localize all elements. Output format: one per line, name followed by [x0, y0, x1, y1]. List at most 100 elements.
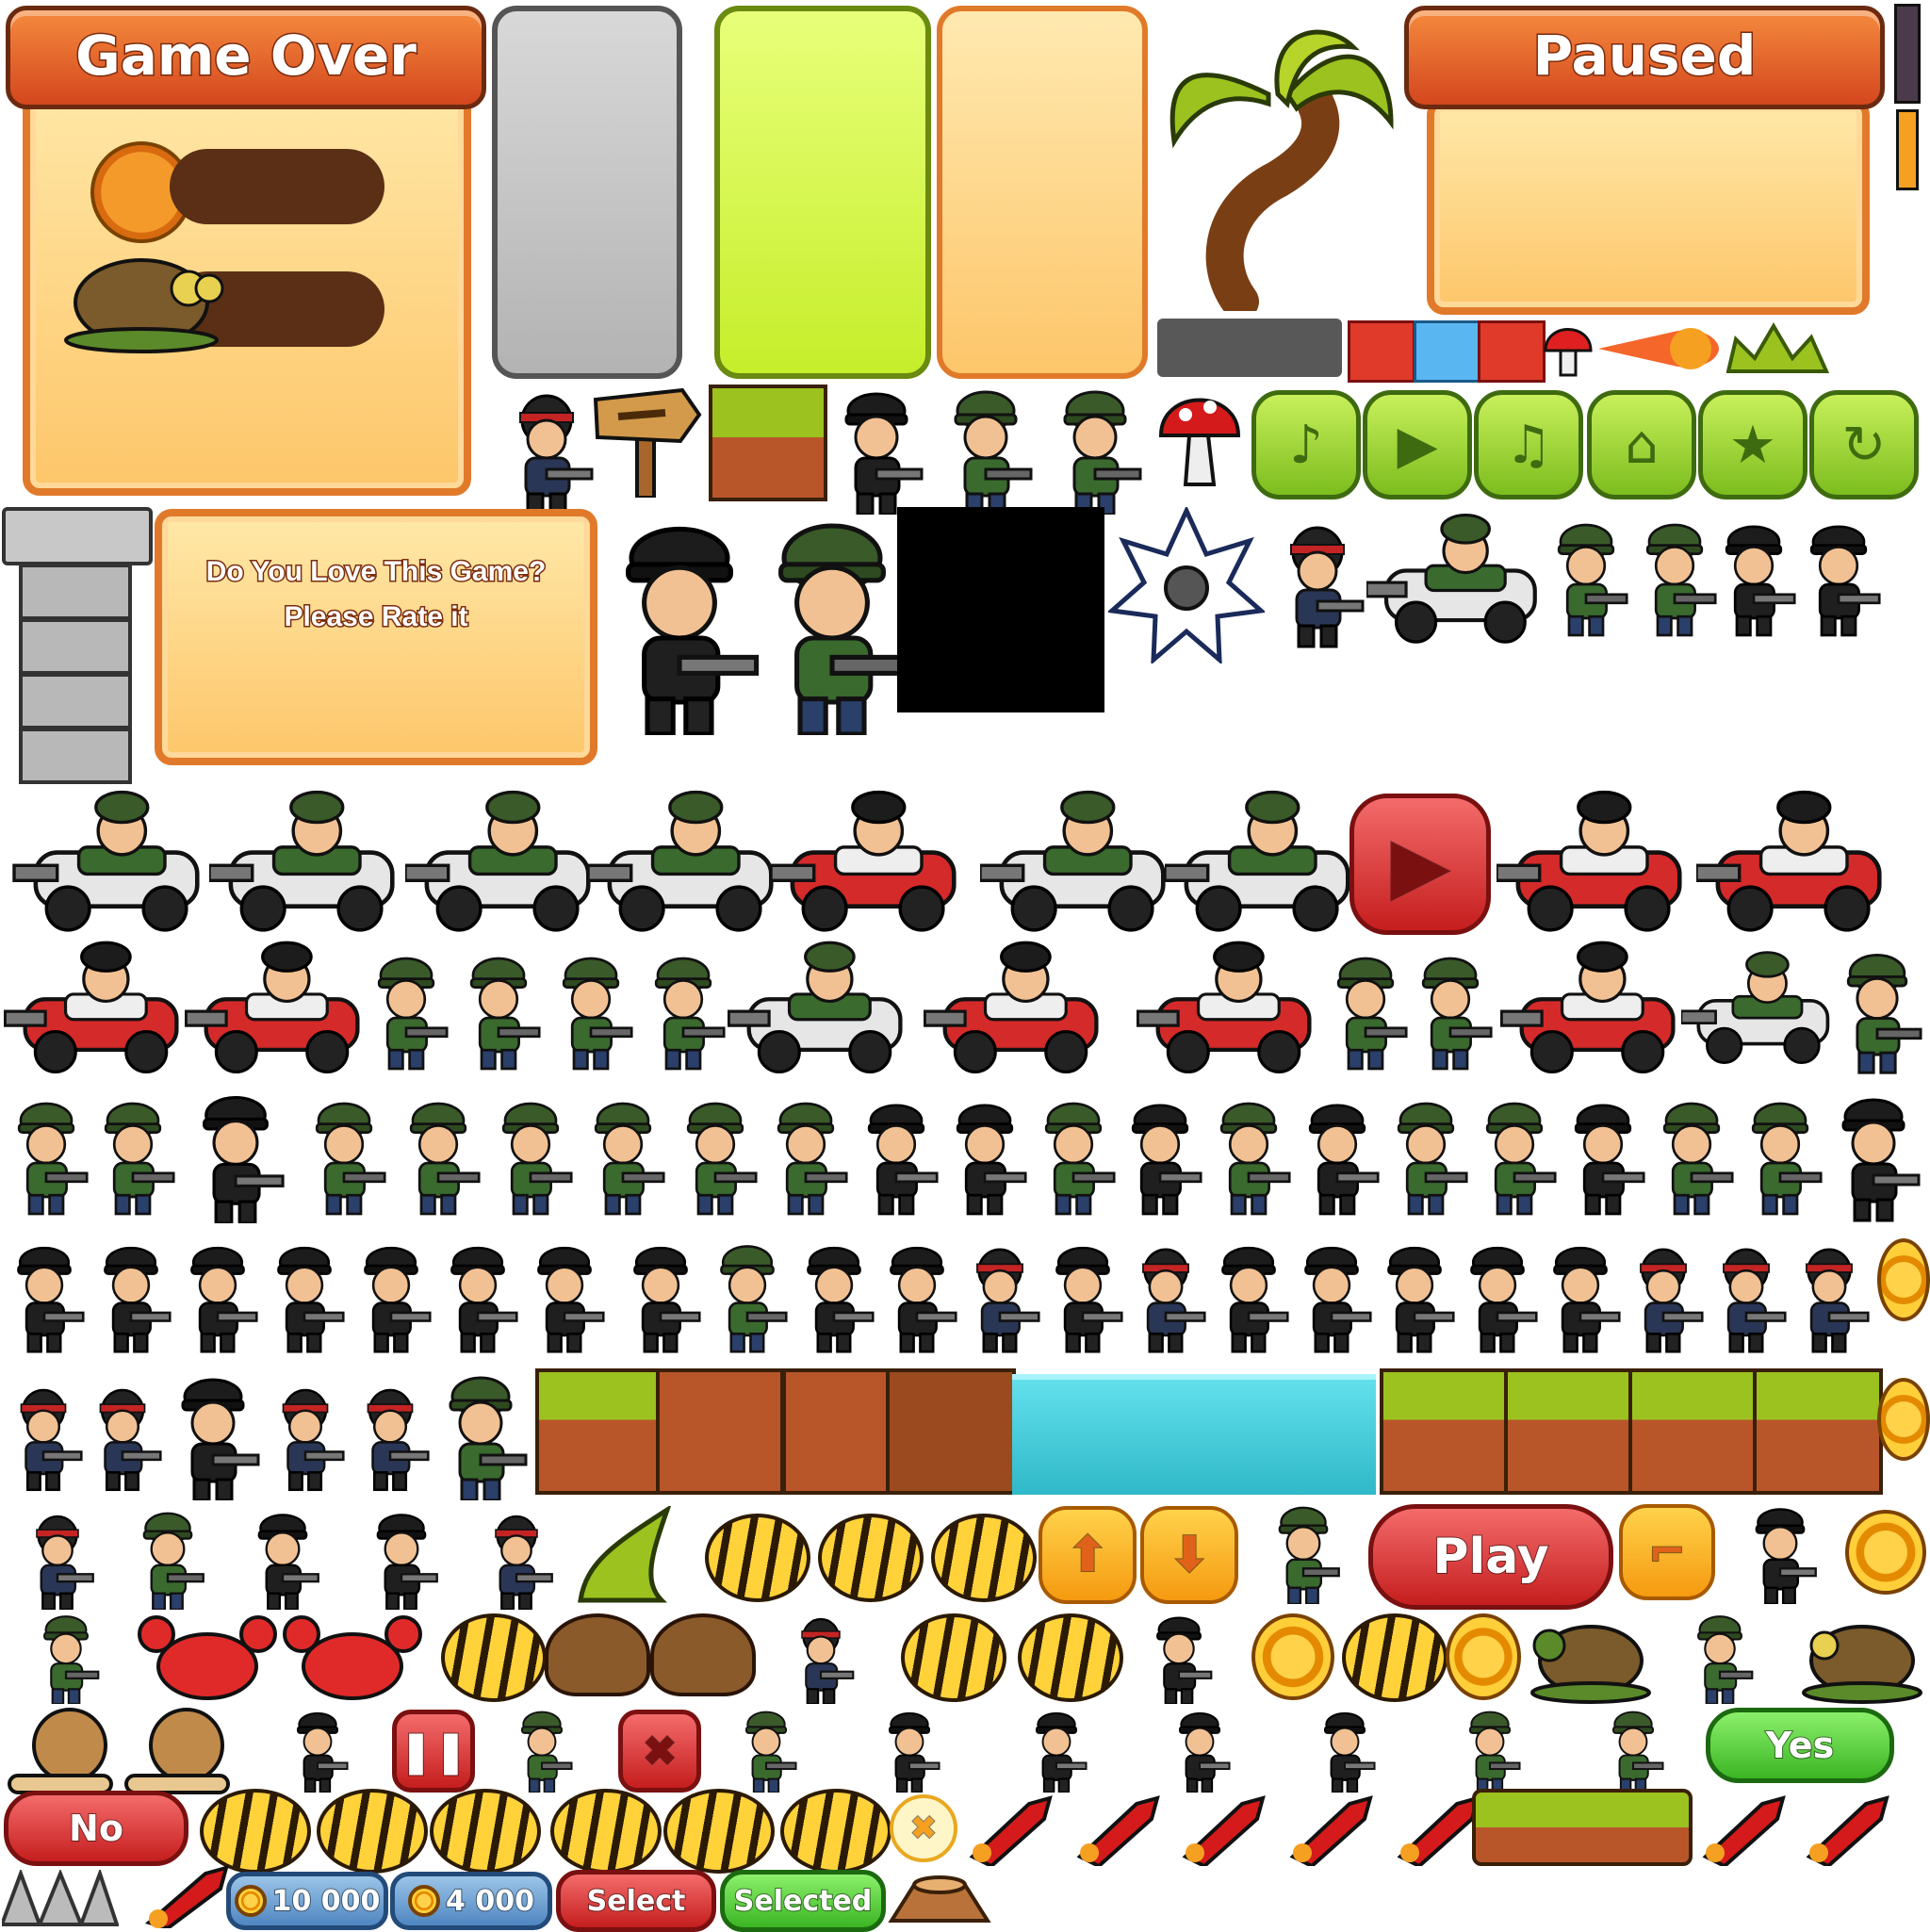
floating-grass-platform — [1472, 1789, 1693, 1866]
rate-prompt: Please Rate it — [283, 600, 469, 634]
red-car-sprite — [924, 939, 1103, 1080]
no-button[interactable]: No — [4, 1791, 188, 1866]
green-soldier-sprite — [562, 957, 633, 1071]
rocket-icon — [1702, 1795, 1786, 1866]
stone-block — [19, 618, 132, 675]
weapon-button[interactable]: ⌐ — [1619, 1504, 1715, 1600]
black-soldier-sprite — [1055, 1246, 1123, 1353]
bee-enemy — [663, 1789, 775, 1874]
price-button-10000[interactable]: 10 000 — [226, 1872, 388, 1930]
music-button[interactable]: ♪ — [1251, 390, 1361, 499]
red-car-sprite — [185, 939, 364, 1080]
price-button-4000[interactable]: 4 000 — [390, 1872, 552, 1930]
black-soldier-sprite — [537, 1246, 605, 1353]
red-soldier-sprite — [367, 1388, 430, 1492]
black-soldier-sprite — [190, 1246, 258, 1353]
turtle-icon — [64, 258, 224, 353]
black-soldier-sprite — [1387, 1246, 1455, 1353]
price-label: 10 000 — [271, 1884, 382, 1919]
red-soldier-sprite — [1722, 1248, 1787, 1353]
black-soldier-sprite — [844, 392, 924, 515]
play-icon: ▶ — [1397, 414, 1438, 476]
rocket-icon — [1076, 1795, 1160, 1866]
green-soldier-sprite — [409, 1102, 481, 1216]
down-arrow-button[interactable]: ⬇ — [1140, 1506, 1238, 1604]
star-button[interactable]: ★ — [1698, 390, 1807, 499]
lime-card — [714, 6, 931, 379]
black-soldier-sprite — [1304, 1246, 1372, 1353]
coin-icon — [1877, 1378, 1930, 1461]
play-round-button[interactable]: ▶ — [1363, 390, 1472, 499]
bee-enemy — [317, 1789, 428, 1874]
coin-icon — [1251, 1613, 1334, 1700]
black-soldier-sprite — [1221, 1246, 1289, 1353]
selected-button[interactable]: Selected — [720, 1870, 886, 1932]
stone-block — [19, 564, 132, 620]
mushroom-icon — [1158, 398, 1241, 486]
pause-button[interactable]: ❚❚ — [392, 1710, 475, 1793]
restart-button[interactable]: ↻ — [1809, 390, 1919, 499]
green-soldier-fallen — [1278, 1506, 1340, 1604]
select-button[interactable]: Select — [556, 1870, 716, 1932]
red-soldier-sprite — [1805, 1248, 1870, 1353]
cream-card — [937, 6, 1148, 379]
red-soldier-sprite — [1289, 526, 1365, 648]
up-arrow-button[interactable]: ⬆ — [1039, 1506, 1137, 1604]
play-red-button[interactable]: ▶ — [1349, 794, 1491, 935]
close-button[interactable]: ✖ — [618, 1710, 701, 1793]
green-soldier-sprite — [1485, 1102, 1557, 1216]
pole-base — [1896, 109, 1919, 190]
red-car-sprite — [1137, 939, 1316, 1080]
black-soldier-sprite — [1841, 1098, 1921, 1222]
gray-card — [492, 6, 682, 379]
black-soldier-sprite — [890, 1246, 957, 1353]
rocket-icon — [1397, 1795, 1480, 1866]
red-car-sprite — [1696, 788, 1885, 939]
red-car-sprite — [771, 788, 959, 939]
rocket-icon — [144, 1865, 229, 1928]
green-car-sprite — [209, 788, 398, 939]
red-soldier-sprite — [975, 1248, 1040, 1353]
green-soldier-fallen — [142, 1512, 204, 1610]
black-soldier-prone — [296, 1711, 349, 1793]
hedgehog-enemy — [545, 1613, 650, 1696]
home-icon: ⌂ — [1625, 414, 1659, 476]
black-soldier-sprite — [1809, 525, 1881, 637]
turtle-enemy-dead — [1802, 1625, 1922, 1704]
green-soldier-sprite — [1662, 1102, 1734, 1216]
red-brick-tile — [1478, 320, 1546, 383]
green-soldier-sprite — [1645, 523, 1717, 637]
green-car-sprite — [9, 788, 207, 939]
music-off-button[interactable]: ♫ — [1474, 390, 1583, 499]
yes-button[interactable]: Yes — [1706, 1708, 1894, 1783]
rate-question: Do You Love This Game? — [204, 555, 548, 589]
green-soldier-sprite — [1044, 1102, 1116, 1216]
green-soldier-sprite — [1397, 1102, 1468, 1216]
coin-icon — [234, 1885, 267, 1917]
bee-enemy — [430, 1789, 541, 1874]
bee-enemy — [1342, 1613, 1448, 1702]
close-icon: ✖ — [909, 1809, 938, 1848]
play-button[interactable]: Play — [1368, 1504, 1613, 1610]
green-soldier-sprite — [686, 1102, 758, 1216]
black-soldier-sprite — [1553, 1246, 1621, 1353]
fireball-icon — [1598, 328, 1719, 369]
dirt-tile — [656, 1368, 784, 1495]
black-soldier-fallen — [376, 1514, 438, 1610]
dark-slab — [1157, 319, 1342, 377]
black-soldier-prone — [888, 1711, 940, 1793]
green-soldier-sprite — [1219, 1102, 1291, 1216]
black-soldier-sprite — [450, 1246, 518, 1353]
green-car-sprite — [728, 939, 907, 1080]
black-soldier-sprite — [203, 1095, 285, 1223]
green-soldier-prone — [1611, 1711, 1664, 1793]
coin-icon — [1446, 1613, 1521, 1700]
cancel-button[interactable]: ✖ — [890, 1794, 957, 1862]
red-car-sprite — [1500, 939, 1679, 1080]
black-soldier-prone — [1178, 1711, 1231, 1793]
home-button[interactable]: ⌂ — [1587, 390, 1696, 499]
green-soldier-sprite — [1557, 523, 1628, 637]
play-icon: ▶ — [1390, 820, 1450, 909]
mushroom-icon — [1544, 328, 1593, 377]
stone-cap — [2, 507, 153, 565]
